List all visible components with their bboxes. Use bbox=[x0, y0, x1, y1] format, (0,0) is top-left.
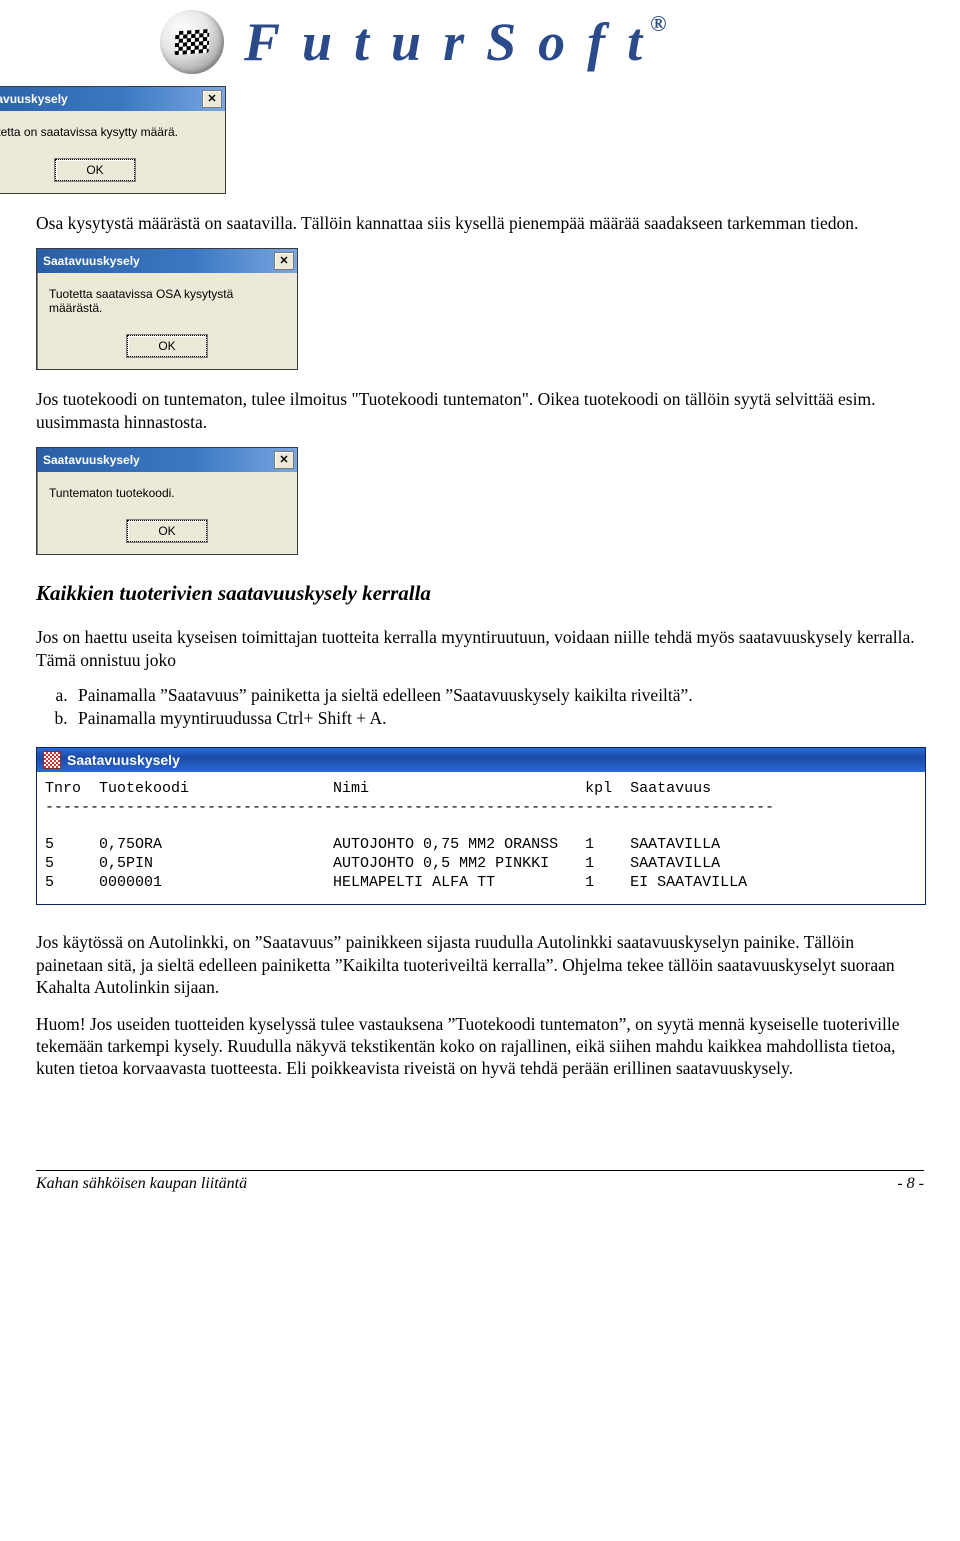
checkered-flag-icon bbox=[174, 29, 209, 55]
brand-banner: FuturSoft® bbox=[0, 0, 960, 82]
dialog-titlebar: Saatavuuskysely ✕ bbox=[37, 249, 297, 273]
option-list: Painamalla ”Saatavuus” painiketta ja sie… bbox=[36, 685, 924, 729]
result-listing: Tnro Tuotekoodi Nimi kpl Saatavuus -----… bbox=[37, 772, 925, 905]
page-number: - 8 - bbox=[897, 1175, 924, 1193]
result-titlebar: Saatavuuskysely bbox=[37, 748, 925, 772]
close-icon[interactable]: ✕ bbox=[274, 252, 294, 270]
dialog-title: Saatavuuskysely bbox=[0, 92, 68, 106]
ok-button[interactable]: OK bbox=[127, 335, 207, 357]
result-divider: ----------------------------------------… bbox=[45, 799, 774, 816]
dialog-titlebar: Saatavuuskysely ✕ bbox=[0, 87, 225, 111]
ok-button[interactable]: OK bbox=[55, 159, 135, 181]
table-row: 5 0,75ORA AUTOJOHTO 0,75 MM2 ORANSS 1 SA… bbox=[45, 836, 720, 853]
dialog-title: Saatavuuskysely bbox=[43, 254, 140, 268]
section-intro-paragraph: Jos on haettu useita kyseisen toimittaja… bbox=[36, 626, 924, 671]
brand-reg-mark: ® bbox=[650, 13, 666, 35]
close-icon[interactable]: ✕ bbox=[202, 90, 222, 108]
result-title: Saatavuuskysely bbox=[67, 752, 180, 768]
paragraph-intro-1: Osa kysytystä määrästä on saatavilla. Tä… bbox=[36, 212, 924, 234]
result-header-row: Tnro Tuotekoodi Nimi kpl Saatavuus bbox=[45, 780, 711, 797]
paragraph-after-2: Huom! Jos useiden tuotteiden kyselyssä t… bbox=[36, 1013, 924, 1080]
brand-name: FuturSoft® bbox=[244, 15, 667, 69]
brand-text: FuturSoft bbox=[244, 15, 664, 69]
close-icon[interactable]: ✕ bbox=[274, 451, 294, 469]
list-item: Painamalla ”Saatavuus” painiketta ja sie… bbox=[72, 685, 924, 706]
paragraph-intro-2: Jos tuotekoodi on tuntematon, tulee ilmo… bbox=[36, 388, 924, 433]
availability-result-window: Saatavuuskysely Tnro Tuotekoodi Nimi kpl… bbox=[36, 747, 926, 906]
dialog-message: Tuntematon tuotekoodi. bbox=[37, 472, 297, 514]
table-row: 5 0,5PIN AUTOJOHTO 0,5 MM2 PINKKI 1 SAAT… bbox=[45, 855, 720, 872]
list-item: Painamalla myyntiruudussa Ctrl+ Shift + … bbox=[72, 708, 924, 729]
section-heading: Kaikkien tuoterivien saatavuuskysely ker… bbox=[36, 581, 924, 606]
page-footer: Kahan sähköisen kaupan liitäntä - 8 - bbox=[36, 1175, 924, 1193]
table-row: 5 0000001 HELMAPELTI ALFA TT 1 EI SAATAV… bbox=[45, 874, 747, 891]
paragraph-after-1: Jos käytössä on Autolinkki, on ”Saatavuu… bbox=[36, 931, 924, 998]
logo-icon bbox=[160, 10, 224, 74]
footer-divider bbox=[36, 1170, 924, 1171]
footer-title: Kahan sähköisen kaupan liitäntä bbox=[36, 1175, 247, 1193]
dialog-title: Saatavuuskysely bbox=[43, 453, 140, 467]
dialog-message: Tuotetta on saatavissa kysytty määrä. bbox=[0, 111, 225, 153]
ok-button[interactable]: OK bbox=[127, 520, 207, 542]
dialog-message: Tuotetta saatavissa OSA kysytystä määräs… bbox=[37, 273, 297, 329]
app-icon bbox=[43, 751, 61, 769]
dialog-availability-2: Saatavuuskysely ✕ Tuotetta saatavissa OS… bbox=[36, 248, 298, 370]
dialog-availability-1: Saatavuuskysely ✕ Tuotetta on saatavissa… bbox=[0, 86, 226, 194]
dialog-availability-3: Saatavuuskysely ✕ Tuntematon tuotekoodi.… bbox=[36, 447, 298, 555]
dialog-titlebar: Saatavuuskysely ✕ bbox=[37, 448, 297, 472]
